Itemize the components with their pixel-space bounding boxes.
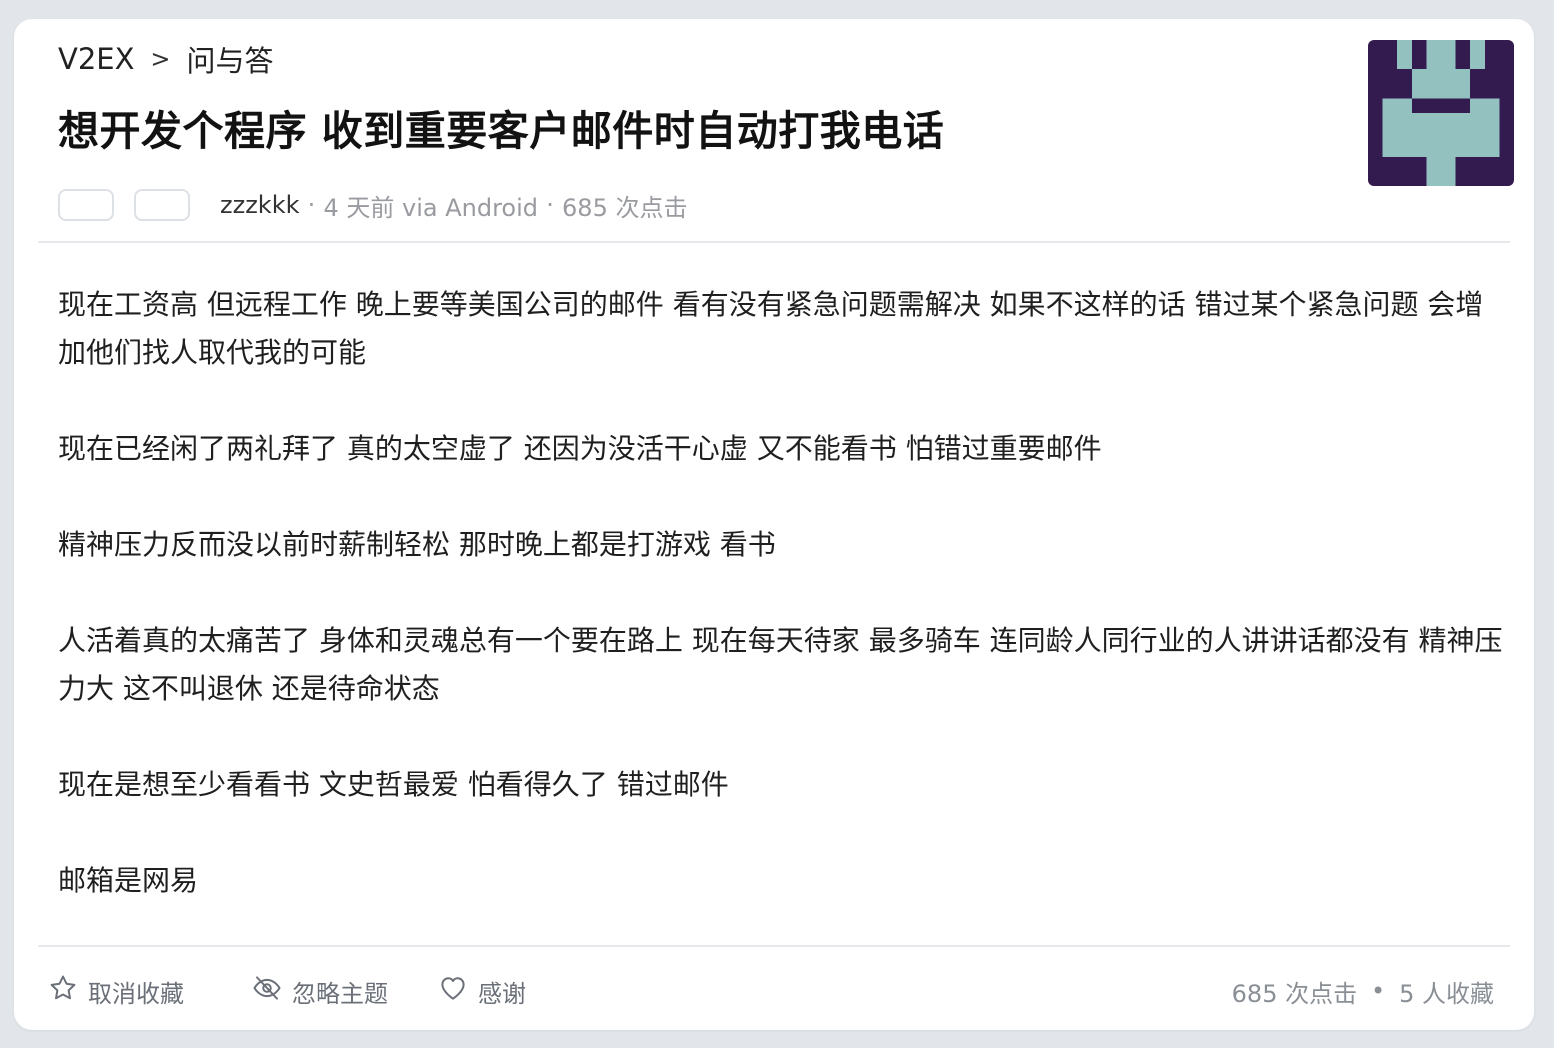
topic-title: 想开发个程序 收到重要客户邮件时自动打我电话 xyxy=(58,107,945,155)
favorite-count: 5 人收藏 xyxy=(1399,979,1494,1008)
thank-label: 感谢 xyxy=(478,979,526,1008)
unfavorite-label: 取消收藏 xyxy=(88,979,184,1008)
vote-up-button[interactable] xyxy=(58,189,114,221)
breadcrumb-home-link[interactable]: V2EX xyxy=(58,42,134,76)
vote-down-button[interactable] xyxy=(134,189,190,221)
content-paragraph: 邮箱是网易 xyxy=(58,864,199,897)
stats-separator: • xyxy=(1371,977,1386,1005)
author-link[interactable]: zzzkkk xyxy=(220,191,300,219)
topic-stats: 685 次点击 • 5 人收藏 xyxy=(1232,971,1494,1011)
author-avatar[interactable] xyxy=(1368,40,1514,186)
meta-separator: · xyxy=(307,191,316,219)
topic-meta: zzzkkk · 4 天前 via Android · 685 次点击 xyxy=(58,187,687,223)
topic-header: V2EX > 问与答 想开发个程序 收到重要客户邮件时自动打我电话 zzzkkk… xyxy=(38,19,1514,243)
unfavorite-button[interactable]: 取消收藏 xyxy=(48,973,184,1009)
content-paragraph: 精神压力反而没以前时薪制轻松 那时晚上都是打游戏 看书 xyxy=(58,528,776,561)
topic-actions: 取消收藏 忽略主题 感谢 xyxy=(48,971,526,1011)
ignore-label: 忽略主题 xyxy=(292,979,388,1008)
topic-card: V2EX > 问与答 想开发个程序 收到重要客户邮件时自动打我电话 zzzkkk… xyxy=(14,19,1534,1030)
thank-button[interactable]: 感谢 xyxy=(438,973,526,1009)
heart-icon xyxy=(438,973,478,1009)
content-paragraph: 人活着真的太痛苦了 身体和灵魂总有一个要在路上 现在每天待家 最多骑车 连同龄人… xyxy=(58,624,1503,705)
breadcrumb-separator: > xyxy=(150,45,171,73)
breadcrumb-node-link[interactable]: 问与答 xyxy=(186,38,273,80)
content-paragraph: 现在已经闲了两礼拜了 真的太空虚了 还因为没活干心虚 又不能看书 怕错过重要邮件 xyxy=(58,432,1102,465)
ignore-topic-button[interactable]: 忽略主题 xyxy=(252,973,388,1009)
topic-content: 现在工资高 但远程工作 晚上要等美国公司的邮件 看有没有紧急问题需解决 如果不这… xyxy=(58,281,1504,953)
star-icon xyxy=(48,973,88,1009)
eye-slash-icon xyxy=(252,973,292,1009)
post-time: 4 天前 via Android xyxy=(323,193,539,222)
meta-separator: · xyxy=(546,191,554,219)
content-paragraph: 现在工资高 但远程工作 晚上要等美国公司的邮件 看有没有紧急问题需解决 如果不这… xyxy=(58,288,1484,369)
content-paragraph: 现在是想至少看看书 文史哲最爱 怕看得久了 错过邮件 xyxy=(58,768,729,801)
footer-click-count: 685 次点击 xyxy=(1231,979,1358,1008)
breadcrumb: V2EX > 问与答 xyxy=(58,39,274,79)
topic-footer: 取消收藏 忽略主题 感谢 685 次点击 • 5 人收藏 xyxy=(38,945,1510,1032)
click-count: 685 次点击 xyxy=(562,193,688,222)
